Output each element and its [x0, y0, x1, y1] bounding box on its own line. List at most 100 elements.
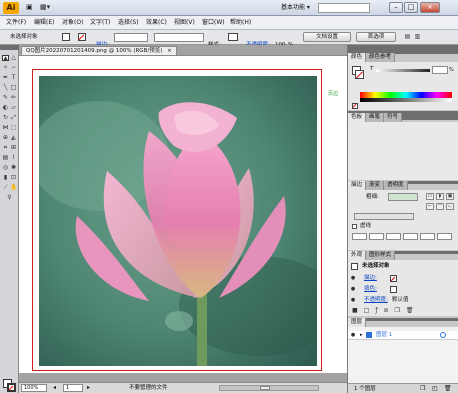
style-swatch[interactable]	[228, 33, 238, 41]
document-tab-close[interactable]: ×	[167, 48, 172, 54]
appearance-fill-swatch[interactable]	[390, 286, 397, 293]
workspace-switcher[interactable]: 基本功能 ▾	[281, 3, 310, 13]
bridge-icon[interactable]: ▣	[26, 3, 33, 11]
trash-icon[interactable]: 🗑	[444, 385, 452, 393]
menu-type[interactable]: 文字(T)	[90, 16, 110, 30]
make-clip-icon[interactable]: ◰	[432, 385, 438, 393]
tab-layers[interactable]: 图层	[348, 318, 367, 327]
tab-color-guide[interactable]: 颜色参考	[366, 53, 396, 62]
none-swatch[interactable]	[352, 103, 358, 109]
search-help-input[interactable]	[318, 3, 370, 13]
tab-brushes[interactable]: 画笔	[366, 113, 385, 122]
rotate-tool-icon[interactable]: ↻	[2, 115, 9, 121]
live-paint-icon[interactable]: ◭	[10, 135, 17, 141]
clear-appearance-icon[interactable]: ⊘	[383, 307, 388, 314]
color-stroke-box[interactable]	[355, 70, 364, 79]
zoom-field[interactable]: 100%	[21, 384, 47, 392]
transform-icon[interactable]: ▥	[414, 34, 421, 40]
layer-row[interactable]: ● ▸ 图层 1	[348, 331, 458, 340]
prev-artboard-icon[interactable]: ◂	[53, 383, 56, 393]
stroke-swatch[interactable]	[78, 33, 86, 41]
tab-stroke[interactable]: 描边	[348, 181, 367, 190]
new-fill-icon[interactable]: □	[364, 307, 370, 314]
dash-fields[interactable]	[352, 233, 454, 240]
stroke-color-box[interactable]	[7, 383, 16, 392]
blend-tool-icon[interactable]: ◎	[2, 165, 9, 171]
status-scrollbar[interactable]	[219, 385, 319, 391]
rectangle-tool-icon[interactable]: □	[10, 85, 17, 91]
artboard-tool-icon[interactable]: ⊡	[10, 175, 17, 181]
selection-tool-icon[interactable]: ▲	[2, 55, 9, 62]
menu-file[interactable]: 文件(F)	[6, 16, 26, 30]
eraser-icon[interactable]: ▱	[10, 105, 17, 111]
cap-butt-icon[interactable]: ▭	[426, 193, 434, 200]
eye-icon[interactable]: ●	[350, 286, 356, 292]
duplicate-item-icon[interactable]: ❐	[395, 307, 400, 314]
eye-icon[interactable]: ●	[350, 297, 356, 303]
minimize-button[interactable]: –	[389, 2, 403, 13]
direct-selection-tool-icon[interactable]: △	[10, 55, 17, 61]
menu-edit[interactable]: 编辑(E)	[34, 16, 54, 30]
gradient-tool-icon[interactable]: ▤	[2, 155, 9, 161]
preferences-button[interactable]: 首选项	[356, 32, 396, 42]
menu-object[interactable]: 对象(O)	[62, 16, 83, 30]
perspective-grid-icon[interactable]: ⌗	[2, 145, 9, 151]
paintbrush-icon[interactable]: ✎	[2, 95, 9, 101]
menu-effect[interactable]: 效果(C)	[146, 16, 167, 30]
tab-swatches[interactable]: 色板	[348, 113, 367, 122]
layer-name[interactable]: 图层 1	[372, 331, 392, 339]
canvas-area[interactable]: 页边	[19, 55, 347, 373]
symbol-sprayer-icon[interactable]: ✺	[10, 165, 17, 171]
tab-color[interactable]: 颜色	[348, 53, 367, 62]
tab-gradient[interactable]: 渐变	[366, 181, 385, 190]
type-tool-icon[interactable]: T	[10, 75, 17, 81]
appearance-stroke-swatch[interactable]	[390, 275, 397, 282]
stroke-weight-field[interactable]	[114, 33, 148, 42]
artboard-number-field[interactable]: 1	[63, 384, 83, 392]
color-spectrum[interactable]	[360, 92, 452, 102]
eye-icon[interactable]: ●	[350, 332, 356, 338]
eyedropper-icon[interactable]: ⌇	[10, 155, 17, 161]
scroll-thumb[interactable]	[260, 386, 270, 390]
document-tab[interactable]: QQ图片20220701201409.png @ 100% (RGB/预览) ×	[21, 46, 177, 55]
column-graph-icon[interactable]: ▮	[2, 175, 9, 181]
eye-icon[interactable]: ●	[350, 275, 356, 281]
join-round-icon[interactable]: ◠	[436, 203, 444, 210]
zoom-tool-icon[interactable]: ⚲	[6, 195, 13, 201]
arrange-documents-icon[interactable]: ▦▾	[40, 3, 50, 11]
mesh-tool-icon[interactable]: ⊞	[10, 145, 17, 151]
join-bevel-icon[interactable]: ⌙	[446, 203, 454, 210]
lotus-image[interactable]	[39, 76, 317, 366]
tab-appearance[interactable]: 外观	[348, 251, 367, 260]
delete-item-icon[interactable]: 🗑	[406, 307, 414, 314]
cap-round-icon[interactable]: ◗	[436, 193, 444, 200]
tint-slider[interactable]	[376, 69, 430, 72]
expand-layer-icon[interactable]: ▸	[360, 332, 363, 339]
align-icon[interactable]: ▤	[404, 34, 411, 40]
tint-value-field[interactable]	[432, 66, 448, 74]
slice-tool-icon[interactable]: ⟋	[2, 185, 9, 191]
fx-icon[interactable]: ƒ	[375, 307, 377, 314]
new-layer-icon[interactable]: ❐	[420, 385, 425, 393]
variable-width-field[interactable]	[154, 33, 204, 42]
appearance-fill-label[interactable]: 填色:	[360, 285, 377, 293]
close-button[interactable]: ×	[420, 2, 440, 13]
free-transform-icon[interactable]: ⬚	[10, 125, 17, 131]
fill-swatch[interactable]	[62, 33, 70, 41]
pen-tool-icon[interactable]: ✒	[2, 75, 9, 81]
join-miter-icon[interactable]: ⌐	[426, 203, 434, 210]
stroke-weight-input[interactable]	[388, 193, 418, 201]
cap-square-icon[interactable]: ▣	[446, 193, 454, 200]
maximize-button[interactable]: □	[404, 2, 418, 13]
stroke-align-row[interactable]	[354, 213, 414, 220]
blob-brush-icon[interactable]: ◐	[2, 105, 9, 111]
tab-graphic-styles[interactable]: 图形样式	[366, 251, 396, 260]
menu-window[interactable]: 窗口(W)	[202, 16, 225, 30]
pencil-icon[interactable]: ✏	[10, 95, 17, 101]
next-artboard-icon[interactable]: ▸	[87, 383, 90, 393]
shape-builder-icon[interactable]: ⊕	[2, 135, 9, 141]
menu-select[interactable]: 选择(S)	[118, 16, 139, 30]
width-tool-icon[interactable]: ⋈	[2, 125, 9, 131]
magic-wand-icon[interactable]: ✧	[2, 65, 9, 71]
menu-help[interactable]: 帮助(H)	[230, 16, 251, 30]
